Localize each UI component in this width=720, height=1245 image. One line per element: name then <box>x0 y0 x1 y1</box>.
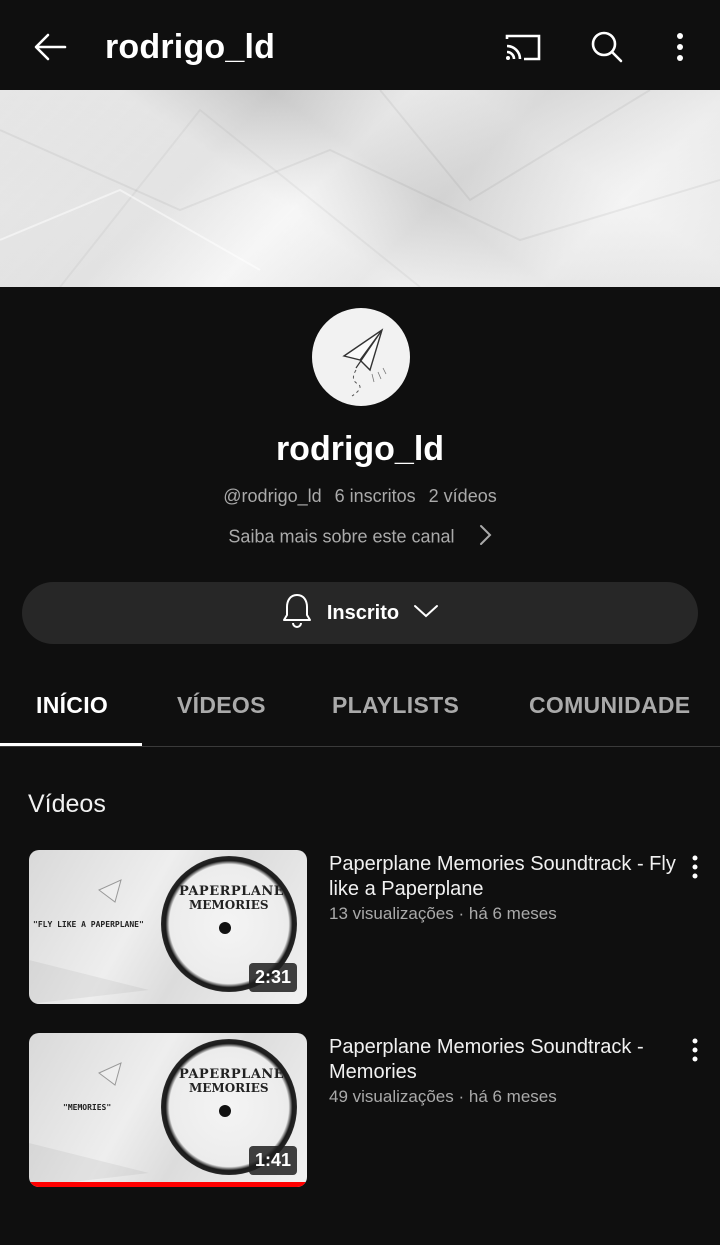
video-title[interactable]: Paperplane Memories Soundtrack - Fly lik… <box>329 852 677 902</box>
channel-tabs: INÍCIO VÍDEOS PLAYLISTS COMUNIDADE <box>0 670 720 747</box>
video-meta: 13 visualizações · há 6 meses <box>329 904 557 923</box>
subscribed-label: Inscrito <box>326 601 400 624</box>
back-arrow-icon[interactable] <box>20 22 80 72</box>
video-item[interactable]: PAPERPLANE MEMORIES "MEMORIES" 1:41 Pape… <box>0 1033 720 1193</box>
video-age: há 6 meses <box>468 904 557 923</box>
subscribed-button[interactable]: Inscrito <box>22 582 698 644</box>
top-app-bar: rodrigo_ld <box>0 0 720 90</box>
video-item[interactable]: PAPERPLANE MEMORIES "FLY LIKE A PAPERPLA… <box>0 850 720 1010</box>
thumbnail-title-line2: MEMORIES <box>189 1081 269 1095</box>
thumbnail-title-line1: PAPERPLANE <box>179 884 285 899</box>
video-views: 49 visualizações <box>329 1087 454 1106</box>
section-title: Vídeos <box>28 790 106 818</box>
more-vert-icon[interactable] <box>682 852 708 882</box>
video-thumbnail[interactable]: PAPERPLANE MEMORIES "FLY LIKE A PAPERPLA… <box>29 850 307 1004</box>
channel-name: rodrigo_ld <box>275 430 445 468</box>
about-channel-label: Saiba mais sobre este canal <box>228 526 455 547</box>
bell-icon <box>281 592 313 634</box>
channel-avatar[interactable] <box>312 308 410 406</box>
video-meta: 49 visualizações · há 6 meses <box>329 1087 557 1106</box>
thumbnail-title-line1: PAPERPLANE <box>179 1067 285 1082</box>
video-count: 2 vídeos <box>428 486 497 506</box>
subscriber-count: 6 inscritos <box>334 486 416 506</box>
thumbnail-caption: "FLY LIKE A PAPERPLANE" <box>33 920 144 929</box>
video-duration: 2:31 <box>248 963 297 992</box>
about-channel-link[interactable]: Saiba mais sobre este canal <box>0 524 720 551</box>
channel-stats: @rodrigo_ld 6 inscritos 2 vídeos <box>0 486 720 507</box>
watch-progress-bar <box>29 1182 307 1187</box>
disc-hole <box>219 922 231 934</box>
tab-home[interactable]: INÍCIO <box>36 692 108 719</box>
active-tab-indicator <box>0 743 142 746</box>
chevron-down-icon <box>413 602 439 625</box>
channel-banner <box>0 90 720 287</box>
tab-playlists[interactable]: PLAYLISTS <box>332 692 459 719</box>
search-icon[interactable] <box>580 22 634 72</box>
cast-icon[interactable] <box>496 22 550 72</box>
paper-plane-icon <box>342 328 387 397</box>
more-vert-icon[interactable] <box>682 1035 708 1065</box>
channel-handle: @rodrigo_ld <box>223 486 322 506</box>
video-age: há 6 meses <box>468 1087 557 1106</box>
tab-videos[interactable]: VÍDEOS <box>177 692 266 719</box>
tab-community[interactable]: COMUNIDADE <box>529 692 690 719</box>
chevron-right-icon <box>478 524 492 551</box>
disc-hole <box>219 1105 231 1117</box>
video-thumbnail[interactable]: PAPERPLANE MEMORIES "MEMORIES" 1:41 <box>29 1033 307 1187</box>
video-duration: 1:41 <box>248 1146 297 1175</box>
more-vert-icon[interactable] <box>660 22 700 72</box>
page-title: rodrigo_ld <box>105 28 276 66</box>
video-views: 13 visualizações <box>329 904 454 923</box>
thumbnail-title-line2: MEMORIES <box>189 898 269 912</box>
video-title[interactable]: Paperplane Memories Soundtrack - Memorie… <box>329 1035 677 1085</box>
thumbnail-caption: "MEMORIES" <box>63 1103 112 1112</box>
